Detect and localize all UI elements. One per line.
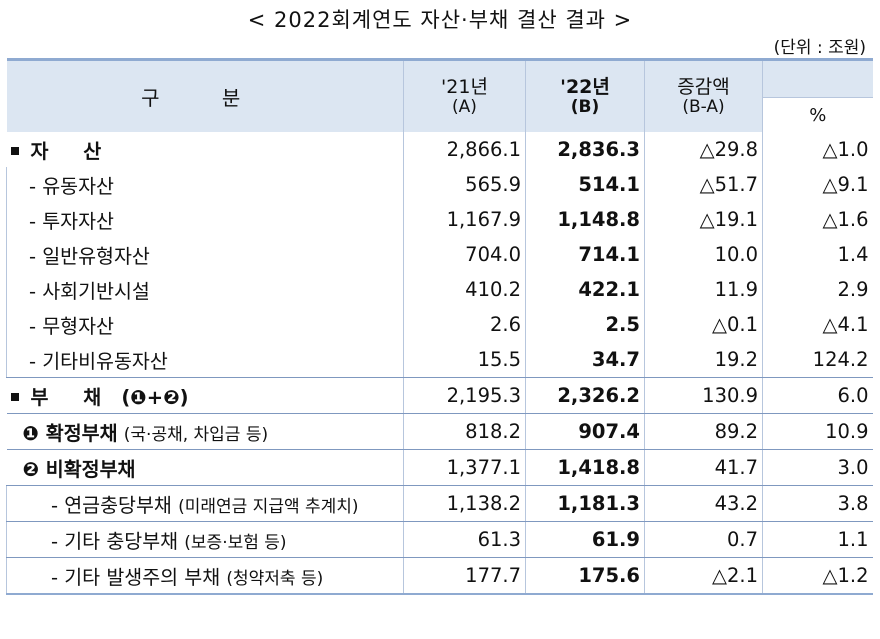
cell-b: 34.7 xyxy=(525,342,645,378)
header-diff-spacer xyxy=(762,58,873,98)
header-gubun: 구 분 xyxy=(6,58,404,132)
cell-diff: △2.1 xyxy=(644,557,763,595)
table-row: - 기타 충당부채 (보증·보험 등) 61.3 61.9 0.7 1.1 xyxy=(6,521,873,558)
cell-a: 177.7 xyxy=(403,557,526,595)
cell-diff: 19.2 xyxy=(644,342,763,378)
table-row: - 기타 발생주의 부채 (청약저축 등) 177.7 175.6 △2.1 △… xyxy=(6,557,873,595)
header-2021: '21년 (A) xyxy=(403,58,526,132)
cell-a: 818.2 xyxy=(403,413,526,450)
cell-diff: 41.7 xyxy=(644,449,763,486)
cell-b: 175.6 xyxy=(525,557,645,595)
square-bullet-icon xyxy=(10,392,19,401)
cell-b: 1,148.8 xyxy=(525,202,645,237)
table-row: - 유동자산 565.9 514.1 △51.7 △9.1 xyxy=(6,167,873,202)
cell-diff: △51.7 xyxy=(644,167,763,202)
cell-b: 1,181.3 xyxy=(525,485,645,522)
row-label: - 일반유형자산 xyxy=(6,237,404,272)
row-label: - 기타 발생주의 부채 (청약저축 등) xyxy=(6,557,404,595)
cell-a: 1,167.9 xyxy=(403,202,526,237)
cell-diff: 0.7 xyxy=(644,521,763,558)
cell-a: 61.3 xyxy=(403,521,526,558)
cell-pct: △1.0 xyxy=(762,132,873,167)
table-row: 자 산 2,866.1 2,836.3 △29.8 △1.0 xyxy=(7,132,873,167)
square-bullet-icon xyxy=(10,146,19,155)
row-label: - 기타비유동자산 xyxy=(6,342,404,378)
cell-a: 704.0 xyxy=(403,237,526,272)
table-row: - 기타비유동자산 15.5 34.7 19.2 124.2 xyxy=(6,342,873,378)
table-row: 부 채 (❶+❷) 2,195.3 2,326.2 130.9 6.0 xyxy=(6,377,873,414)
cell-a: 2,866.1 xyxy=(403,132,526,167)
cell-diff: 11.9 xyxy=(644,272,763,307)
cell-pct: △1.6 xyxy=(762,202,873,237)
table-title: < 2022회계연도 자산·부채 결산 결과 > xyxy=(247,8,633,32)
cell-diff: △0.1 xyxy=(644,307,763,342)
row-label: - 연금충당부채 (미래연금 지급액 추계치) xyxy=(6,485,404,522)
table-row: ❶ 확정부채 (국·공채, 차입금 등) 818.2 907.4 89.2 10… xyxy=(6,413,873,450)
cell-b: 514.1 xyxy=(525,167,645,202)
cell-b: 2,326.2 xyxy=(525,377,645,414)
cell-diff: 10.0 xyxy=(644,237,763,272)
cell-diff: 43.2 xyxy=(644,485,763,522)
cell-b: 1,418.8 xyxy=(525,449,645,486)
cell-a: 15.5 xyxy=(403,342,526,378)
cell-a: 410.2 xyxy=(403,272,526,307)
row-label: - 무형자산 xyxy=(6,307,404,342)
table-row: - 연금충당부채 (미래연금 지급액 추계치) 1,138.2 1,181.3 … xyxy=(6,485,873,522)
cell-pct: 1.4 xyxy=(762,237,873,272)
cell-diff: 130.9 xyxy=(644,377,763,414)
cell-pct: 6.0 xyxy=(762,377,873,414)
header-2022: '22년 (B) xyxy=(525,58,645,132)
row-label: - 기타 충당부채 (보증·보험 등) xyxy=(6,521,404,558)
asset-liability-table: 구 분 '21년 (A) '22년 (B) 증감액 (B-A) % 자 산 2,… xyxy=(6,58,873,595)
header-diff: 증감액 (B-A) xyxy=(644,58,763,132)
table-row: - 투자자산 1,167.9 1,148.8 △19.1 △1.6 xyxy=(6,202,873,237)
cell-diff: △19.1 xyxy=(644,202,763,237)
cell-pct: 124.2 xyxy=(762,342,873,378)
cell-a: 565.9 xyxy=(403,167,526,202)
cell-pct: 2.9 xyxy=(762,272,873,307)
cell-b: 422.1 xyxy=(525,272,645,307)
cell-b: 2.5 xyxy=(525,307,645,342)
cell-b: 2,836.3 xyxy=(525,132,645,167)
row-label: - 사회기반시설 xyxy=(6,272,404,307)
row-label-liabilities: 부 채 (❶+❷) xyxy=(6,377,404,414)
cell-pct: △9.1 xyxy=(762,167,873,202)
unit-note: (단위 : 조원) xyxy=(773,38,866,58)
cell-pct: △4.1 xyxy=(762,307,873,342)
row-label: - 유동자산 xyxy=(6,167,404,202)
cell-pct: 10.9 xyxy=(762,413,873,450)
cell-b: 714.1 xyxy=(525,237,645,272)
table-row: - 무형자산 2.6 2.5 △0.1 △4.1 xyxy=(6,307,873,342)
cell-diff: △29.8 xyxy=(644,132,763,167)
cell-a: 2,195.3 xyxy=(403,377,526,414)
row-label-assets: 자 산 xyxy=(7,132,404,167)
cell-diff: 89.2 xyxy=(644,413,763,450)
cell-pct: 3.8 xyxy=(762,485,873,522)
row-label: - 투자자산 xyxy=(6,202,404,237)
cell-pct: 1.1 xyxy=(762,521,873,558)
row-label: ❶ 확정부채 (국·공채, 차입금 등) xyxy=(6,413,404,450)
cell-a: 1,377.1 xyxy=(403,449,526,486)
header-pct: % xyxy=(762,97,873,132)
cell-pct: △1.2 xyxy=(762,557,873,595)
cell-a: 1,138.2 xyxy=(403,485,526,522)
table-row: ❷ 비확정부채 1,377.1 1,418.8 41.7 3.0 xyxy=(6,449,873,486)
table-row: - 일반유형자산 704.0 714.1 10.0 1.4 xyxy=(6,237,873,272)
cell-a: 2.6 xyxy=(403,307,526,342)
table-row: - 사회기반시설 410.2 422.1 11.9 2.9 xyxy=(6,272,873,307)
cell-b: 61.9 xyxy=(525,521,645,558)
cell-b: 907.4 xyxy=(525,413,645,450)
row-label: ❷ 비확정부채 xyxy=(6,449,404,486)
cell-pct: 3.0 xyxy=(762,449,873,486)
